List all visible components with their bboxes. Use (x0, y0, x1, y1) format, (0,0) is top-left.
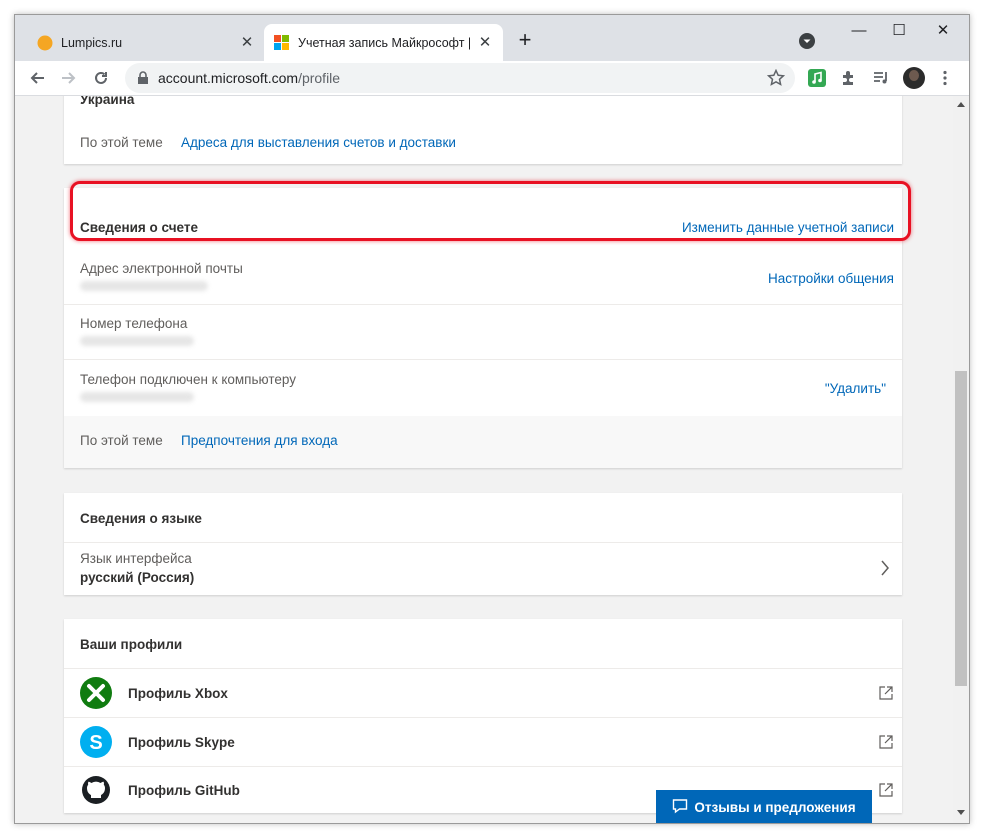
tab-lumpics[interactable]: Lumpics.ru ✕ (27, 24, 265, 61)
divider (64, 304, 902, 305)
related-label: По этой теме (80, 135, 163, 150)
tab-title: Lumpics.ru (61, 36, 123, 50)
tab-strip: Lumpics.ru ✕ Учетная запись Майкрософт |… (15, 15, 969, 61)
minimize-icon[interactable]: — (839, 21, 879, 41)
skype-icon: S (80, 726, 112, 758)
lumpics-favicon-icon (37, 35, 53, 51)
divider (64, 359, 902, 360)
remove-phone-link[interactable]: "Удалить" (825, 381, 886, 396)
scroll-down-arrow-icon[interactable] (957, 810, 965, 815)
profile-item-skype[interactable]: S Профиль Skype (64, 718, 902, 766)
scroll-up-arrow-icon[interactable] (957, 102, 965, 107)
ui-language-row[interactable]: Язык интерфейса русский (Россия) (64, 543, 902, 595)
profile-item-xbox[interactable]: Профиль Xbox (64, 669, 902, 717)
email-value-blurred (80, 281, 208, 291)
profile-avatar[interactable] (903, 67, 925, 89)
github-icon (80, 774, 112, 806)
profile-label: Профиль Xbox (128, 686, 228, 701)
scrollbar-thumb[interactable] (955, 371, 967, 686)
connected-phone-label: Телефон подключен к компьютеру (80, 372, 296, 387)
profile-label: Профиль Skype (128, 735, 235, 750)
tab-microsoft-account[interactable]: Учетная запись Майкрософт | Ya ✕ (264, 24, 503, 61)
related-footer: По этой теме Предпочтения для входа (64, 416, 902, 468)
forward-arrow-icon[interactable] (57, 66, 81, 90)
url-domain: account.microsoft.com (158, 70, 299, 86)
language-info-title: Сведения о языке (80, 511, 202, 526)
external-link-icon (879, 735, 893, 749)
bookmark-star-icon[interactable] (766, 68, 786, 92)
menu-kebab-icon[interactable] (933, 66, 957, 90)
profiles-card: Ваши профили Профиль Xbox S Профиль Skyp… (64, 619, 902, 813)
external-link-icon (879, 783, 893, 797)
chat-bubble-icon (672, 798, 688, 817)
account-info-title: Сведения о счете (80, 220, 198, 235)
connected-phone-value-blurred (80, 392, 194, 402)
sign-in-preferences-link[interactable]: Предпочтения для входа (181, 433, 338, 448)
address-bar[interactable]: account.microsoft.com/profile (125, 63, 795, 93)
window-close-icon[interactable]: ✕ (923, 21, 963, 41)
url-path: /profile (298, 70, 341, 86)
profiles-title: Ваши профили (80, 637, 183, 652)
phone-label: Номер телефона (80, 316, 188, 331)
account-info-card: Сведения о счете Изменить данные учетной… (64, 188, 902, 468)
close-tab-icon[interactable]: ✕ (475, 33, 495, 53)
communication-settings-link[interactable]: Настройки общения (768, 271, 894, 286)
close-tab-icon[interactable]: ✕ (237, 33, 257, 53)
browser-toolbar: account.microsoft.com/profile (15, 61, 969, 96)
feedback-button[interactable]: Отзывы и предложения (656, 790, 872, 823)
profile-label: Профиль GitHub (128, 783, 240, 798)
tab-search-icon[interactable] (799, 33, 815, 49)
svg-text:S: S (89, 732, 102, 754)
page-content: Украина По этой теме Адреса для выставле… (15, 96, 953, 823)
external-link-icon (879, 686, 893, 700)
reload-icon[interactable] (89, 66, 113, 90)
language-info-card: Сведения о языке Язык интерфейса русский… (64, 493, 902, 595)
extensions-puzzle-icon[interactable] (837, 66, 861, 90)
email-label: Адрес электронной почты (80, 261, 243, 276)
music-extension-icon[interactable] (805, 66, 829, 90)
ui-language-label: Язык интерфейса (80, 551, 192, 566)
maximize-icon[interactable]: ☐ (879, 21, 919, 41)
lock-icon[interactable] (137, 71, 149, 90)
browser-window: Lumpics.ru ✕ Учетная запись Майкрософт |… (14, 14, 970, 824)
address-card: Украина По этой теме Адреса для выставле… (64, 96, 902, 164)
media-control-icon[interactable] (869, 66, 893, 90)
edit-account-link[interactable]: Изменить данные учетной записи (682, 220, 894, 235)
related-label: По этой теме (80, 433, 163, 448)
phone-value-blurred (80, 336, 194, 346)
feedback-label: Отзывы и предложения (694, 799, 856, 815)
billing-address-link[interactable]: Адреса для выставления счетов и доставки (181, 135, 456, 150)
xbox-icon (80, 677, 112, 709)
back-arrow-icon[interactable] (25, 66, 49, 90)
country-value: Украина (80, 96, 135, 107)
chevron-right-icon (880, 559, 890, 582)
vertical-scrollbar[interactable] (953, 96, 969, 823)
tab-title: Учетная запись Майкрософт | Ya (298, 36, 474, 50)
url-text: account.microsoft.com/profile (158, 70, 340, 86)
microsoft-favicon-icon (274, 35, 290, 51)
new-tab-plus-icon[interactable]: + (513, 29, 537, 53)
ui-language-value: русский (Россия) (80, 570, 195, 585)
